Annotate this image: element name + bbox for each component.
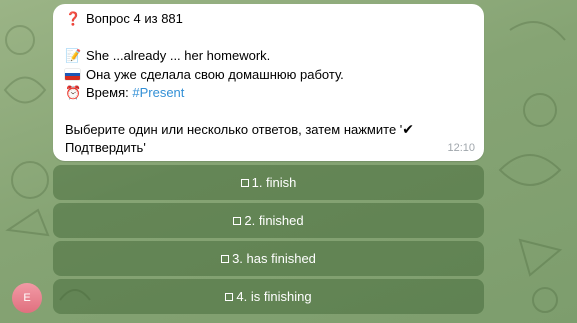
russia-flag-icon bbox=[65, 69, 80, 80]
answer-button-2[interactable]: 2. finished bbox=[53, 203, 484, 238]
tense-label: Время: bbox=[86, 85, 129, 100]
answer-label: 2. finished bbox=[244, 213, 304, 228]
instruction-line-2: Подтвердить' bbox=[65, 139, 472, 157]
sentence-text: She ...already ... her homework. bbox=[86, 48, 271, 63]
instruction-line: Выберите один или несколько ответов, зат… bbox=[65, 121, 472, 139]
answer-button-1[interactable]: 1. finish bbox=[53, 165, 484, 200]
answer-label: 4. is finishing bbox=[236, 289, 312, 304]
message-time: 12:10 bbox=[447, 142, 475, 154]
answer-button-3[interactable]: 3. has finished bbox=[53, 241, 484, 276]
check-mark-icon: ✔ bbox=[402, 122, 414, 138]
checkbox-icon bbox=[240, 178, 249, 187]
checkbox-icon bbox=[225, 292, 234, 301]
checkbox-icon bbox=[233, 216, 242, 225]
tense-line: ⏰ Время: #Present bbox=[65, 84, 472, 103]
answer-button-4[interactable]: 4. is finishing bbox=[53, 279, 484, 314]
answer-label: 3. has finished bbox=[232, 251, 316, 266]
translation-text: Она уже сделала свою домашнюю работу. bbox=[86, 67, 344, 82]
avatar[interactable]: E bbox=[12, 283, 42, 313]
alarm-clock-icon: ⏰ bbox=[65, 86, 82, 101]
memo-icon: 📝 bbox=[65, 49, 82, 64]
question-counter: Вопрос 4 из 881 bbox=[86, 11, 183, 26]
answer-label: 1. finish bbox=[251, 175, 297, 190]
question-mark-icon: ❓ bbox=[65, 12, 82, 27]
instruction-text: Выберите один или несколько ответов, зат… bbox=[65, 122, 403, 137]
checkbox-icon bbox=[221, 254, 230, 263]
question-header: ❓ Вопрос 4 из 881 bbox=[65, 10, 472, 29]
avatar-initial: E bbox=[23, 292, 31, 304]
instruction-text-confirm: Подтвердить' bbox=[65, 140, 146, 155]
translation-line: Она уже сделала свою домашнюю работу. bbox=[65, 66, 472, 84]
tense-hashtag-link[interactable]: #Present bbox=[132, 85, 184, 100]
sentence-line: 📝 She ...already ... her homework. bbox=[65, 47, 472, 66]
quiz-message-bubble: ❓ Вопрос 4 из 881 📝 She ...already ... her… bbox=[53, 4, 484, 161]
